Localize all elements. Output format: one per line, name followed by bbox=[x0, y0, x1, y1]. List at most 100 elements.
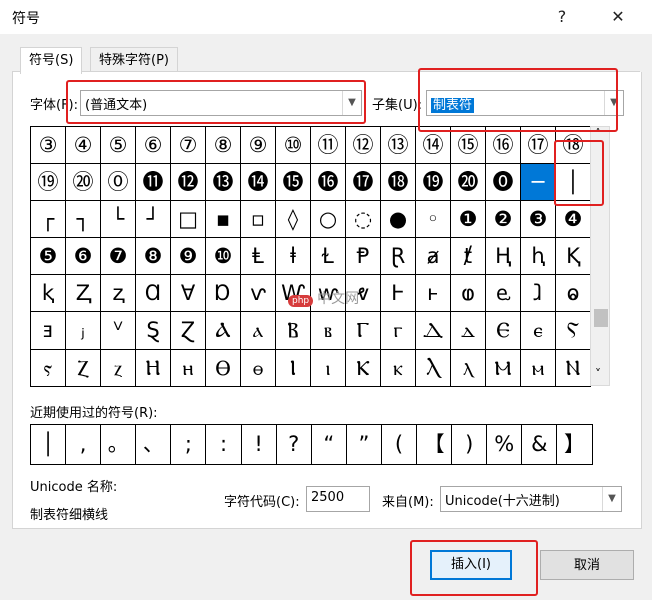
recent-symbol-cell[interactable]: , bbox=[66, 425, 102, 465]
symbol-cell[interactable]: ⱸ bbox=[486, 275, 521, 313]
symbol-cell[interactable]: ⱨ bbox=[521, 238, 556, 276]
symbol-cell[interactable]: ⑥ bbox=[136, 127, 171, 165]
symbol-cell[interactable]: Ⱡ bbox=[241, 238, 276, 276]
symbol-cell[interactable]: ⱥ bbox=[416, 238, 451, 276]
recent-symbol-cell[interactable]: ” bbox=[346, 425, 382, 465]
symbol-cell[interactable]: ❽ bbox=[136, 238, 171, 276]
symbol-cell[interactable]: ❺ bbox=[31, 238, 66, 276]
symbol-cell[interactable]: ⲉ bbox=[521, 312, 556, 350]
symbol-cell[interactable]: ◌ bbox=[346, 201, 381, 239]
symbol-cell[interactable]: ⲁ bbox=[241, 312, 276, 350]
symbol-cell[interactable]: Ⱬ bbox=[66, 275, 101, 313]
symbol-cell[interactable]: ◦ bbox=[416, 201, 451, 239]
symbol-cell[interactable]: ⱹ bbox=[521, 275, 556, 313]
symbol-cell[interactable]: Ⲙ bbox=[486, 349, 521, 387]
symbol-cell[interactable]: ⓳ bbox=[416, 164, 451, 202]
symbol-cell[interactable]: └ bbox=[101, 201, 136, 239]
symbol-cell[interactable]: Ɐ bbox=[171, 275, 206, 313]
recent-symbol-cell[interactable]: ! bbox=[241, 425, 277, 465]
symbol-cell[interactable]: ⱦ bbox=[451, 238, 486, 276]
symbol-cell[interactable]: Ⲍ bbox=[66, 349, 101, 387]
scroll-thumb[interactable] bbox=[594, 309, 608, 327]
symbol-cell[interactable]: Ɒ bbox=[206, 275, 241, 313]
recent-symbol-cell[interactable]: ; bbox=[171, 425, 207, 465]
symbol-cell[interactable]: Ⱶ bbox=[381, 275, 416, 313]
symbol-cell[interactable]: ⑪ bbox=[311, 127, 346, 165]
symbol-cell[interactable]: ⱪ bbox=[31, 275, 66, 313]
recent-symbol-cell[interactable]: % bbox=[487, 425, 523, 465]
symbol-cell[interactable]: ⑰ bbox=[521, 127, 556, 165]
recent-symbol-cell[interactable]: ) bbox=[452, 425, 488, 465]
symbol-cell[interactable]: ⱽ bbox=[101, 312, 136, 350]
symbol-cell[interactable]: ⲃ bbox=[311, 312, 346, 350]
recent-symbol-cell[interactable]: ? bbox=[276, 425, 312, 465]
symbol-cell[interactable]: Ⲗ bbox=[416, 349, 451, 387]
symbol-cell[interactable]: ⱶ bbox=[416, 275, 451, 313]
symbol-cell[interactable]: Ⱪ bbox=[556, 238, 591, 276]
symbol-cell[interactable]: ⓮ bbox=[241, 164, 276, 202]
symbol-cell[interactable]: Ⲁ bbox=[206, 312, 241, 350]
symbol-cell[interactable]: Ɫ bbox=[311, 238, 346, 276]
symbol-cell[interactable]: ⲇ bbox=[451, 312, 486, 350]
symbol-cell[interactable]: ⱱ bbox=[241, 275, 276, 313]
symbol-cell[interactable]: ─ bbox=[521, 164, 556, 202]
symbol-cell[interactable]: ⱼ bbox=[66, 312, 101, 350]
symbol-cell[interactable]: ⓫ bbox=[136, 164, 171, 202]
symbol-cell[interactable]: Ɑ bbox=[136, 275, 171, 313]
symbol-cell[interactable]: ❻ bbox=[66, 238, 101, 276]
symbol-cell[interactable]: ┘ bbox=[136, 201, 171, 239]
scroll-down-icon[interactable]: ˅ bbox=[595, 367, 601, 381]
symbol-cell[interactable]: ⓯ bbox=[276, 164, 311, 202]
recent-symbol-cell[interactable]: │ bbox=[31, 425, 67, 465]
close-button[interactable]: ✕ bbox=[602, 4, 634, 30]
symbol-cell[interactable]: ④ bbox=[66, 127, 101, 165]
symbol-cell[interactable]: ⲑ bbox=[241, 349, 276, 387]
symbol-cell[interactable]: ⑨ bbox=[241, 127, 276, 165]
symbol-cell[interactable]: ⲍ bbox=[101, 349, 136, 387]
recent-symbol-cell[interactable]: 】 bbox=[557, 425, 593, 465]
symbol-cell[interactable]: ⱻ bbox=[31, 312, 66, 350]
symbol-cell[interactable]: ⑯ bbox=[486, 127, 521, 165]
tab-symbols[interactable]: 符号(S) bbox=[20, 47, 83, 74]
symbol-cell[interactable]: Ⲋ bbox=[556, 312, 591, 350]
symbol-cell[interactable]: Ⱨ bbox=[486, 238, 521, 276]
symbol-cell[interactable]: ⓱ bbox=[346, 164, 381, 202]
symbol-cell[interactable]: ▪ bbox=[206, 201, 241, 239]
symbol-cell[interactable]: ⓬ bbox=[171, 164, 206, 202]
symbol-cell[interactable]: Ɽ bbox=[381, 238, 416, 276]
symbol-cell[interactable]: ▫ bbox=[241, 201, 276, 239]
symbol-cell[interactable]: ⑦ bbox=[171, 127, 206, 165]
symbol-cell[interactable]: ❿ bbox=[206, 238, 241, 276]
recent-symbol-cell[interactable]: ( bbox=[381, 425, 418, 465]
symbol-cell[interactable]: ⑤ bbox=[101, 127, 136, 165]
symbol-cell[interactable]: ⑫ bbox=[346, 127, 381, 165]
symbol-cell[interactable]: Ⲉ bbox=[486, 312, 521, 350]
symbol-cell[interactable]: ⲏ bbox=[171, 349, 206, 387]
symbol-cell[interactable]: Ⲏ bbox=[136, 349, 171, 387]
symbol-cell[interactable]: ⑲ bbox=[31, 164, 66, 202]
symbol-cell[interactable]: ⓿ bbox=[486, 164, 521, 202]
symbol-cell[interactable]: Ⲓ bbox=[276, 349, 311, 387]
symbol-cell[interactable]: ⱺ bbox=[556, 275, 591, 313]
symbol-cell[interactable]: Ȿ bbox=[136, 312, 171, 350]
symbol-cell[interactable]: ⓰ bbox=[311, 164, 346, 202]
symbol-cell[interactable]: ❾ bbox=[171, 238, 206, 276]
symbol-cell[interactable]: ⲋ bbox=[31, 349, 66, 387]
symbol-cell[interactable]: Ⲕ bbox=[346, 349, 381, 387]
from-select[interactable]: Unicode(十六进制) ▼ bbox=[440, 486, 622, 512]
symbol-cell[interactable]: ⑮ bbox=[451, 127, 486, 165]
symbol-cell[interactable]: Ɀ bbox=[171, 312, 206, 350]
recent-symbol-cell[interactable]: 、 bbox=[136, 425, 172, 465]
charcode-input[interactable]: 2500 bbox=[306, 486, 370, 512]
symbol-cell[interactable]: ③ bbox=[31, 127, 66, 165]
help-button[interactable]: ? bbox=[546, 4, 578, 30]
symbol-cell[interactable]: ❸ bbox=[521, 201, 556, 239]
symbol-cell[interactable]: ❹ bbox=[556, 201, 591, 239]
recent-symbol-cell[interactable]: & bbox=[522, 425, 558, 465]
symbol-cell[interactable]: ⑭ bbox=[416, 127, 451, 165]
symbol-cell[interactable]: ❼ bbox=[101, 238, 136, 276]
symbol-cell[interactable]: ● bbox=[381, 201, 416, 239]
symbol-cell[interactable]: Ⲅ bbox=[346, 312, 381, 350]
symbol-cell[interactable]: ⑧ bbox=[206, 127, 241, 165]
symbol-cell[interactable]: ❶ bbox=[451, 201, 486, 239]
